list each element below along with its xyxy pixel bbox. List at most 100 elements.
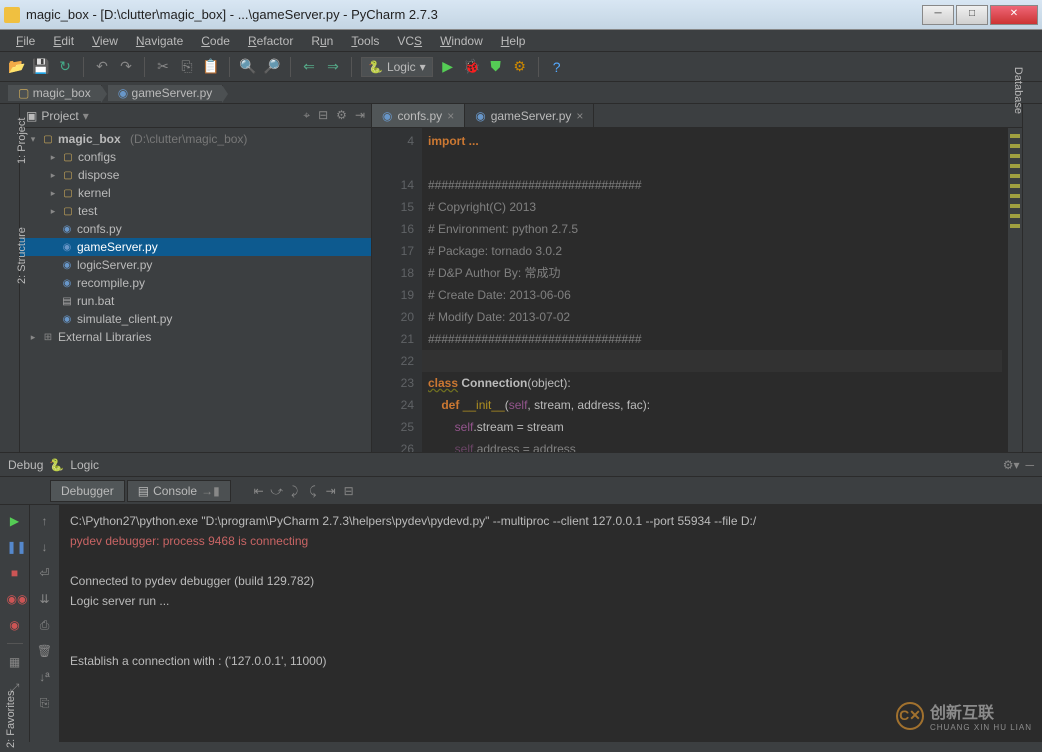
debug-title: Debug <box>8 458 43 472</box>
debug-icon[interactable]: 🐞 <box>463 58 481 76</box>
maximize-button[interactable]: □ <box>956 5 988 25</box>
step-over-icon[interactable]: ⤻ <box>269 483 285 499</box>
stop-icon[interactable]: ■ <box>7 565 23 581</box>
python-icon: 🐍 <box>368 60 383 74</box>
step-into-icon[interactable]: ⤸ <box>287 483 303 499</box>
run-icon[interactable]: ▶ <box>439 58 457 76</box>
project-panel: ▣ Project ▾ ⌖ ⊟ ⚙ ⇥ ▾▢magic_box (D:\clut… <box>20 104 372 452</box>
sidetab-project[interactable]: 1: Project <box>16 118 28 164</box>
step-icon[interactable]: ⇤ <box>251 483 267 499</box>
menu-view[interactable]: View <box>84 32 126 50</box>
resume-icon[interactable]: ▶ <box>7 513 23 529</box>
gear-icon[interactable]: ⚙ <box>336 108 347 123</box>
menu-file[interactable]: File <box>8 32 43 50</box>
tree-root[interactable]: ▾▢magic_box (D:\clutter\magic_box) <box>20 130 371 148</box>
editor-body[interactable]: 4 14151617181920212223242526 import ... … <box>372 128 1022 452</box>
collapse-icon[interactable]: ⊟ <box>318 108 328 123</box>
minimap[interactable] <box>1008 128 1022 452</box>
debugger-tab[interactable]: Debugger <box>50 480 125 502</box>
stop-icon[interactable]: ⚙ <box>511 58 529 76</box>
evaluate-icon[interactable]: ⊟ <box>341 483 357 499</box>
save-icon[interactable]: 💾 <box>32 58 50 76</box>
code-area[interactable]: import ... #############################… <box>422 128 1008 452</box>
copy-icon[interactable]: ⎘ <box>178 58 196 76</box>
down-icon[interactable]: ↓ <box>37 539 53 555</box>
debug-config: Logic <box>70 458 99 472</box>
view-breakpoints-icon[interactable]: ◉◉ <box>7 591 23 607</box>
replace-icon[interactable]: 🔎 <box>263 58 281 76</box>
menu-code[interactable]: Code <box>193 32 238 50</box>
tree-folder[interactable]: ▸▢dispose <box>20 166 371 184</box>
sidetab-database[interactable]: Database <box>1012 67 1024 114</box>
tree-file[interactable]: ◉recompile.py <box>20 274 371 292</box>
menu-vcs[interactable]: VCS <box>389 32 430 50</box>
close-tab-icon[interactable]: × <box>576 109 583 123</box>
tree-folder[interactable]: ▸▢configs <box>20 148 371 166</box>
tree-file[interactable]: ◉logicServer.py <box>20 256 371 274</box>
pause-icon[interactable]: ❚❚ <box>7 539 23 555</box>
open-icon[interactable]: 📂 <box>8 58 26 76</box>
layout-icon[interactable]: ▦ <box>7 654 23 670</box>
sort-icon[interactable]: ↓ª <box>37 669 53 685</box>
sync-icon[interactable]: ↻ <box>56 58 74 76</box>
export-icon[interactable]: ⎘ <box>37 695 53 711</box>
run-to-cursor-icon[interactable]: ⇥ <box>323 483 339 499</box>
hide-icon[interactable]: ⇥ <box>355 108 365 123</box>
clear-icon[interactable]: 🗑 <box>37 643 53 659</box>
redo-icon[interactable]: ↷ <box>117 58 135 76</box>
hide-panel-icon[interactable]: ─ <box>1025 458 1034 472</box>
menu-navigate[interactable]: Navigate <box>128 32 191 50</box>
menu-run[interactable]: Run <box>303 32 341 50</box>
menu-help[interactable]: Help <box>493 32 534 50</box>
scroll-icon[interactable]: ⇊ <box>37 591 53 607</box>
crumb-root[interactable]: ▢ magic_box <box>8 85 102 101</box>
paste-icon[interactable]: 📋 <box>202 58 220 76</box>
console-icon: ▤ <box>138 484 149 498</box>
project-tree[interactable]: ▾▢magic_box (D:\clutter\magic_box) ▸▢con… <box>20 128 371 452</box>
breadcrumb: ▢ magic_box ◉ gameServer.py <box>0 82 1042 104</box>
coverage-icon[interactable]: ⛊ <box>487 58 505 76</box>
sidetab-favorites[interactable]: 2: Favorites <box>5 728 17 748</box>
tree-file-selected[interactable]: ◉gameServer.py <box>20 238 371 256</box>
sidetab-structure[interactable]: 2: Structure <box>16 227 28 284</box>
minimize-button[interactable]: ─ <box>922 5 954 25</box>
tree-file[interactable]: ◉confs.py <box>20 220 371 238</box>
console-output[interactable]: C:\Python27\python.exe "D:\program\PyCha… <box>60 505 1042 742</box>
locate-icon[interactable]: ⌖ <box>303 108 310 123</box>
editor-tab-active[interactable]: ◉gameServer.py× <box>465 104 594 127</box>
mute-breakpoints-icon[interactable]: ◉ <box>7 617 23 633</box>
find-icon[interactable]: 🔍 <box>239 58 257 76</box>
python-file-icon: ◉ <box>475 109 485 123</box>
wrap-icon[interactable]: ⏎ <box>37 565 53 581</box>
menu-edit[interactable]: Edit <box>45 32 82 50</box>
bottom-left-tabs: 2: Favorites <box>1 732 21 744</box>
tree-file[interactable]: ◉simulate_client.py <box>20 310 371 328</box>
back-icon[interactable]: ⇐ <box>300 58 318 76</box>
editor-tab[interactable]: ◉confs.py× <box>372 104 465 127</box>
console-tab[interactable]: ▤Console →▮ <box>127 480 231 502</box>
tree-folder[interactable]: ▸▢kernel <box>20 184 371 202</box>
run-config-selector[interactable]: 🐍 Logic ▾ <box>361 57 433 77</box>
close-tab-icon[interactable]: × <box>447 109 454 123</box>
debug-body: ▶ ❚❚ ■ ◉◉ ◉ ▦ ⤢ ↑ ↓ ⏎ ⇊ ⎙ 🗑 ↓ª ⎘ C:\Pyth… <box>0 505 1042 742</box>
project-panel-title: Project <box>41 109 78 123</box>
tree-external[interactable]: ▸⊞External Libraries <box>20 328 371 346</box>
up-icon[interactable]: ↑ <box>37 513 53 529</box>
close-button[interactable]: ✕ <box>990 5 1038 25</box>
run-config-label: Logic <box>387 60 416 74</box>
crumb-file[interactable]: ◉ gameServer.py <box>108 85 224 101</box>
help-icon[interactable]: ? <box>548 58 566 76</box>
print-icon[interactable]: ⎙ <box>37 617 53 633</box>
menu-refactor[interactable]: Refactor <box>240 32 301 50</box>
menu-window[interactable]: Window <box>432 32 491 50</box>
menu-tools[interactable]: Tools <box>343 32 387 50</box>
app-icon <box>4 7 20 23</box>
forward-icon[interactable]: ⇒ <box>324 58 342 76</box>
cut-icon[interactable]: ✂ <box>154 58 172 76</box>
step-out-icon[interactable]: ⤹ <box>305 483 321 499</box>
gear-icon[interactable]: ⚙▾ <box>1003 458 1020 472</box>
tree-file[interactable]: ▤run.bat <box>20 292 371 310</box>
chevron-down-icon[interactable]: ▾ <box>83 109 89 123</box>
undo-icon[interactable]: ↶ <box>93 58 111 76</box>
tree-folder[interactable]: ▸▢test <box>20 202 371 220</box>
